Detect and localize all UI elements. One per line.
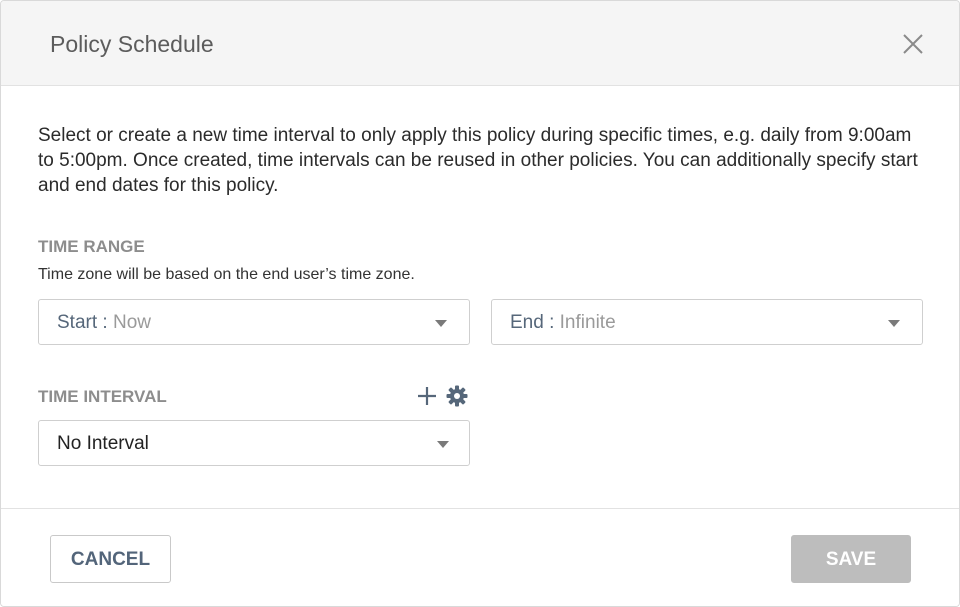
chevron-down-icon (888, 320, 900, 327)
time-range-label: TIME RANGE (38, 237, 145, 256)
end-select[interactable]: End : Infinite (491, 299, 923, 345)
end-select-key: End : (510, 312, 555, 333)
close-icon[interactable] (901, 32, 925, 56)
start-select[interactable]: Start : Now (38, 299, 470, 345)
dialog-description: Select or create a new time interval to … (38, 125, 918, 196)
policy-schedule-dialog: Policy Schedule Select or create a new t… (0, 0, 960, 607)
dialog-footer: CANCEL SAVE (1, 508, 959, 606)
dialog-header: Policy Schedule (1, 1, 959, 86)
plus-icon[interactable] (415, 384, 439, 408)
chevron-down-icon (437, 441, 449, 448)
save-button[interactable]: SAVE (791, 535, 911, 583)
gear-icon[interactable] (445, 384, 469, 408)
time-interval-label: TIME INTERVAL (38, 387, 167, 406)
time-interval-value: No Interval (57, 433, 149, 454)
start-select-key: Start : (57, 312, 108, 333)
time-interval-select[interactable]: No Interval (38, 420, 470, 466)
time-zone-note: Time zone will be based on the end user’… (38, 266, 415, 283)
start-select-value: Now (112, 312, 151, 333)
dialog-title: Policy Schedule (50, 31, 214, 57)
end-select-value: Infinite (559, 312, 616, 333)
cancel-button[interactable]: CANCEL (50, 535, 171, 583)
chevron-down-icon (435, 320, 447, 327)
